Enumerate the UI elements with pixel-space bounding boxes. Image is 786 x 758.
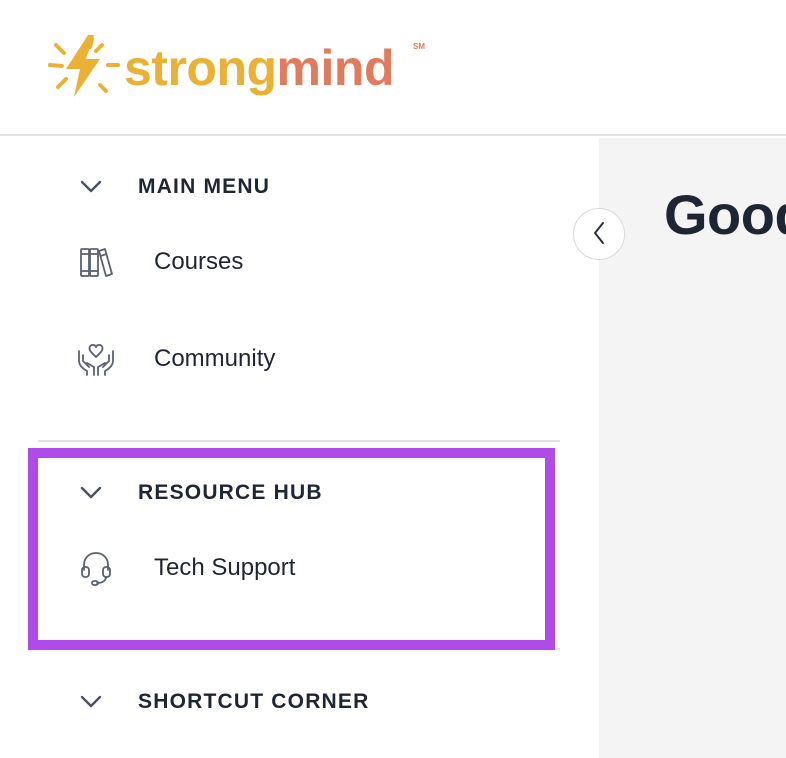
logo-wordmark: strongmind [124,38,394,98]
lightning-bolt-icon [48,35,120,97]
chevron-down-icon [78,689,104,715]
sidebar-item-label: Courses [154,248,244,275]
trademark-mark: SM [413,42,425,51]
app-header: strongmind SM [0,0,786,136]
strongmind-logo[interactable]: strongmind SM [44,32,425,102]
sidebar-item-courses[interactable]: Courses [74,240,243,284]
section-title: RESOURCE HUB [138,481,323,504]
main-content: Good [599,138,786,758]
chevron-left-icon [592,221,606,248]
section-header-main-menu[interactable]: MAIN MENU [78,174,269,200]
section-title: SHORTCUT CORNER [138,690,370,713]
section-header-shortcut-corner[interactable]: SHORTCUT CORNER [78,689,368,715]
headset-icon [74,546,118,590]
books-icon [74,240,118,284]
heart-hands-icon [74,337,118,381]
sidebar-item-label: Community [154,345,276,372]
sidebar-item-tech-support[interactable]: Tech Support [74,546,295,590]
sidebar-item-community[interactable]: Community [74,337,275,381]
section-divider [38,648,560,650]
section-divider [38,440,560,442]
page-greeting: Good [664,183,786,246]
section-header-resource-hub[interactable]: RESOURCE HUB [78,480,322,506]
sidebar-item-label: Tech Support [154,554,296,581]
chevron-down-icon [78,480,104,506]
logo-strong: strong [124,40,277,96]
section-title: MAIN MENU [138,175,271,198]
sidebar [0,138,599,758]
logo-mind: mind [276,40,395,96]
collapse-sidebar-button[interactable] [573,208,625,260]
chevron-down-icon [78,174,104,200]
